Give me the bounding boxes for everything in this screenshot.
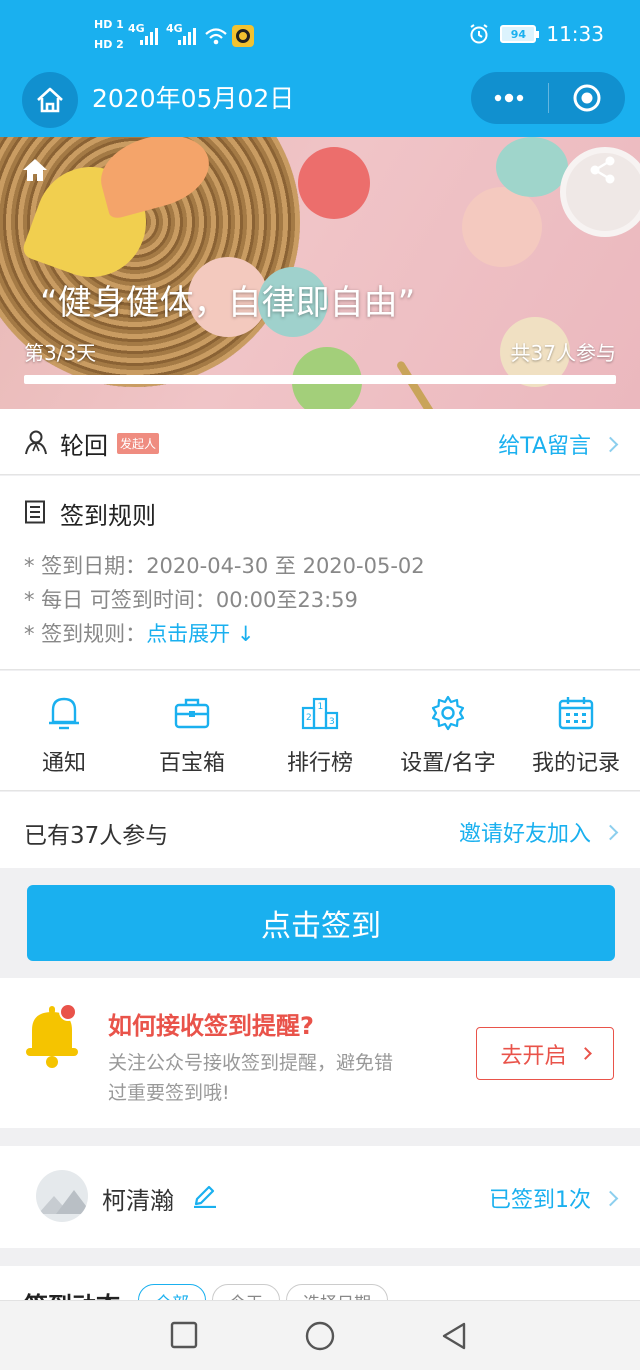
day-progress-bar xyxy=(24,375,616,384)
chevron-right-icon xyxy=(602,436,619,452)
menu-label-ranking: 排行榜 xyxy=(286,751,353,776)
checkin-count-link[interactable]: 已签到1次 xyxy=(489,1182,619,1214)
system-navigation-bar xyxy=(0,1300,640,1370)
podium-icon: 2 1 3 xyxy=(301,697,339,730)
top-bar: HD 1 HD 2 4G 4G 94 11:33 2020年05月02日 xyxy=(0,0,640,137)
banner-image-fork xyxy=(395,359,472,409)
menu-label-records: 我的记录 xyxy=(531,751,620,776)
menu-item-records[interactable]: 我的记录 xyxy=(512,671,640,790)
home-icon xyxy=(37,87,63,113)
participant-count-text: 共37人参与 xyxy=(510,341,616,365)
rules-title: 签到规则 xyxy=(60,502,156,530)
menu-item-toolbox[interactable]: 百宝箱 xyxy=(128,671,256,790)
day-progress-text: 第3/3天 xyxy=(24,341,97,365)
feature-menu: 通知 百宝箱 2 1 3 排行榜 设置/名字 我的记录 xyxy=(0,671,640,791)
menu-label-notify: 通知 xyxy=(41,751,86,776)
enable-reminder-label: 去开启 xyxy=(500,1043,567,1069)
sim2-label: HD 2 xyxy=(94,38,124,51)
organizer-name: 轮回 xyxy=(60,432,108,460)
status-right: 94 11:33 xyxy=(468,22,604,46)
banner-image-macaron xyxy=(298,147,370,219)
chevron-right-icon xyxy=(602,1190,619,1206)
participants-row: 已有37人参与 邀请好友加入 xyxy=(0,792,640,868)
challenge-quote: “健身健体，自律即自由” xyxy=(40,283,416,323)
page-title: 2020年05月02日 xyxy=(92,84,295,113)
mini-program-capsule xyxy=(471,72,625,124)
menu-label-settings: 设置/名字 xyxy=(400,751,496,776)
enable-reminder-button[interactable]: 去开启 xyxy=(476,1027,614,1080)
banner-image-macaron xyxy=(496,137,568,197)
document-list-icon xyxy=(25,500,45,524)
back-icon[interactable] xyxy=(440,1321,468,1351)
menu-item-settings[interactable]: 设置/名字 xyxy=(384,671,512,790)
alarm-icon xyxy=(470,24,488,44)
checkin-count-label: 已签到1次 xyxy=(489,1188,591,1213)
person-icon xyxy=(25,430,47,455)
bell-icon xyxy=(49,697,79,730)
leave-message-link[interactable]: 给TA留言 xyxy=(498,428,619,460)
target-circle-icon xyxy=(573,84,601,112)
organizer-row: 轮回 发起人 给TA留言 xyxy=(0,409,640,475)
my-checkin-row[interactable]: 柯清瀚 已签到1次 xyxy=(0,1146,640,1248)
wifi-icon xyxy=(205,28,227,45)
invite-friends-label: 邀请好友加入 xyxy=(458,822,591,847)
user-name: 柯清瀚 xyxy=(102,1187,174,1215)
svg-text:1: 1 xyxy=(318,702,324,712)
toolbox-icon xyxy=(174,698,210,729)
rule-detail-label: * 签到规则： xyxy=(24,622,147,646)
day-progress-fill xyxy=(24,375,616,384)
reminder-title: 如何接收签到提醒? xyxy=(108,1012,314,1040)
checkin-button[interactable]: 点击签到 xyxy=(27,885,615,961)
menu-label-toolbox: 百宝箱 xyxy=(158,751,225,776)
svg-text:3: 3 xyxy=(329,717,335,727)
sim1-label: HD 1 xyxy=(94,18,124,31)
banner-image-macaron xyxy=(462,187,542,267)
rule-date-label: * 签到日期： xyxy=(24,554,147,578)
status-bar: HD 1 HD 2 4G 4G 94 11:33 xyxy=(0,0,640,68)
chevron-right-icon xyxy=(602,824,619,840)
menu-item-ranking[interactable]: 2 1 3 排行榜 xyxy=(256,671,384,790)
nav-home-button[interactable] xyxy=(22,72,78,128)
rule-date-value: 2020-04-30 至 2020-05-02 xyxy=(146,554,425,578)
gear-icon xyxy=(431,695,465,731)
rules-section: 签到规则 * 签到日期：2020-04-30 至 2020-05-02 * 每日… xyxy=(0,476,640,670)
avatar xyxy=(36,1170,88,1222)
battery-icon: 94 xyxy=(500,25,540,43)
more-button[interactable] xyxy=(471,72,548,124)
recent-apps-icon[interactable] xyxy=(170,1321,198,1349)
rule-time: * 每日 可签到时间：00:00至23:59 xyxy=(24,584,358,614)
challenge-banner: “健身健体，自律即自由” 第3/3天 共37人参与 xyxy=(0,137,640,409)
more-dots-icon xyxy=(495,93,524,103)
signal-icon xyxy=(140,28,158,45)
rule-time-value: 00:00至23:59 xyxy=(215,588,358,612)
menu-item-notify[interactable]: 通知 xyxy=(0,671,128,790)
app-notification-icon xyxy=(232,25,254,47)
reminder-card: 如何接收签到提醒? 关注公众号接收签到提醒，避免错过重要签到哦! 去开启 xyxy=(0,978,640,1128)
calendar-icon xyxy=(558,697,594,730)
chevron-right-icon xyxy=(578,1047,592,1060)
svg-text:2: 2 xyxy=(306,713,312,723)
banner-home-icon[interactable] xyxy=(22,157,48,183)
home-circle-icon[interactable] xyxy=(304,1321,336,1351)
signal-icon-2 xyxy=(178,28,196,45)
participants-count: 已有37人参与 xyxy=(24,823,169,849)
rule-time-label: * 每日 可签到时间： xyxy=(24,588,216,612)
share-icon[interactable] xyxy=(588,155,618,185)
edit-pencil-icon[interactable] xyxy=(192,1182,218,1208)
sim-indicator: HD 1 HD 2 xyxy=(94,18,124,51)
reminder-bell-icon xyxy=(26,1003,78,1068)
organizer-badge: 发起人 xyxy=(117,433,160,454)
rule-detail: * 签到规则：点击展开 ↓ xyxy=(24,618,254,648)
rule-date: * 签到日期：2020-04-30 至 2020-05-02 xyxy=(24,550,425,580)
close-button[interactable] xyxy=(549,72,626,124)
leave-message-label: 给TA留言 xyxy=(498,434,591,459)
expand-rules-link[interactable]: 点击展开 ↓ xyxy=(146,622,254,646)
invite-friends-link[interactable]: 邀请好友加入 xyxy=(458,816,619,848)
clock: 11:33 xyxy=(546,22,604,46)
reminder-description: 关注公众号接收签到提醒，避免错过重要签到哦! xyxy=(108,1052,394,1104)
